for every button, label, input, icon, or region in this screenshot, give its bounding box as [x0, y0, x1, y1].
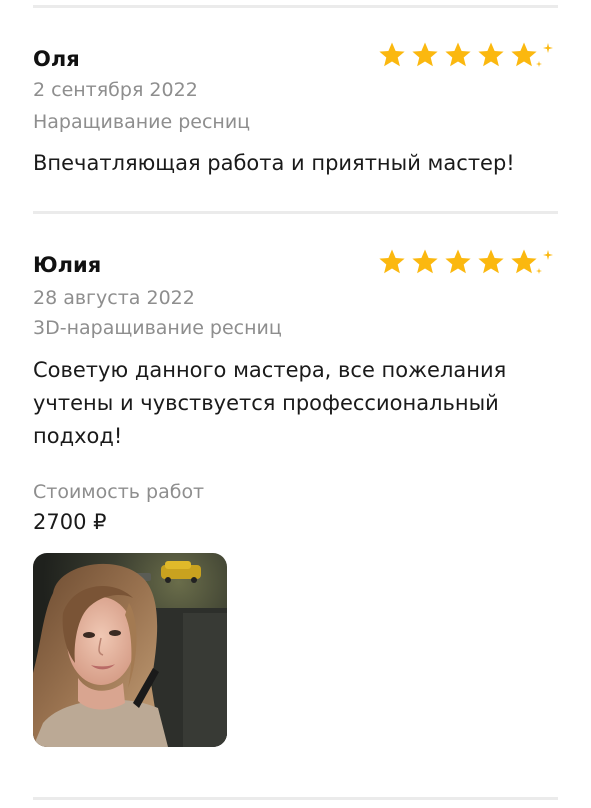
review-divider	[33, 5, 558, 8]
review-photo-image	[33, 553, 227, 747]
rating-stars	[378, 41, 556, 71]
cost-value: 2700 ₽	[33, 510, 107, 534]
star-icon	[379, 249, 553, 274]
review-divider	[33, 797, 558, 800]
review-text: Впечатляющая работа и приятный мастер!	[33, 151, 515, 175]
rating-stars	[378, 248, 556, 278]
reviewer-name: Оля	[33, 47, 80, 71]
review-photo[interactable]	[33, 553, 227, 747]
review-date: 2 сентября 2022	[33, 79, 198, 101]
review-item: Юлия 28 августа 2022 3D-наращивание ресн…	[33, 248, 558, 758]
review-service: Наращивание ресниц	[33, 111, 251, 133]
review-divider	[33, 211, 558, 214]
star-icon	[379, 42, 553, 67]
review-item: Оля 2 сентября 2022 Наращивание ресниц В…	[33, 40, 558, 190]
review-date: 28 августа 2022	[33, 287, 195, 309]
review-service: 3D-наращивание ресниц	[33, 317, 282, 339]
review-text: Советую данного мастера, все пожелания у…	[33, 358, 507, 448]
cost-label: Стоимость работ	[33, 481, 205, 503]
reviewer-name: Юлия	[33, 253, 102, 277]
